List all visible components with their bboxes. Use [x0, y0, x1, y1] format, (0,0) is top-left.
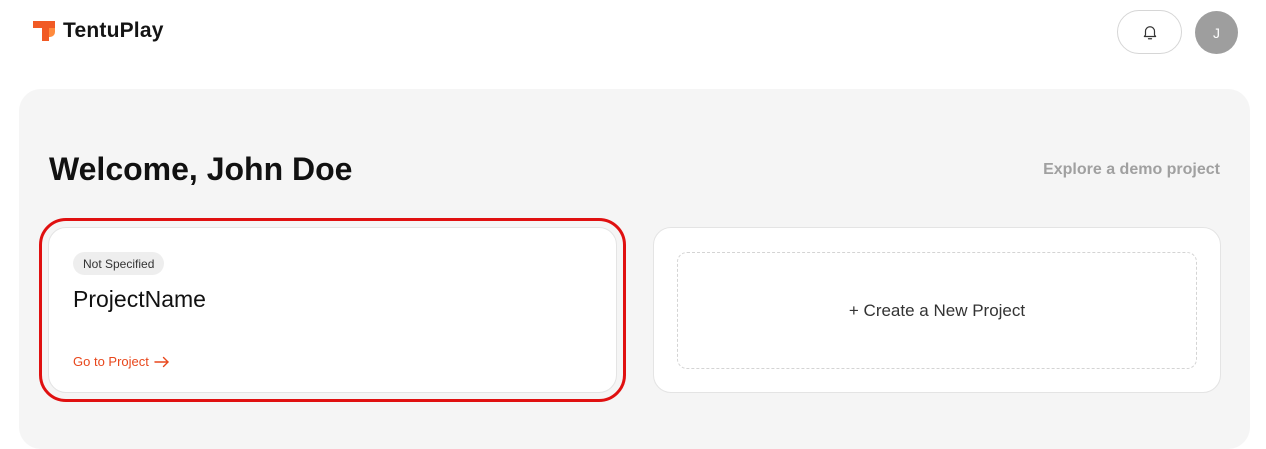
tentuplay-logo-icon: [33, 21, 55, 41]
dashboard-panel: Welcome, John Doe Explore a demo project…: [19, 89, 1250, 449]
explore-demo-link[interactable]: Explore a demo project: [1043, 161, 1220, 179]
user-avatar[interactable]: J: [1195, 11, 1238, 54]
create-new-project-label: + Create a New Project: [848, 300, 1026, 320]
go-to-project-link[interactable]: Go to Project: [73, 354, 170, 369]
brand-name: TentuPlay: [63, 19, 164, 42]
top-bar: TentuPlay J: [0, 0, 1266, 64]
project-status-badge: Not Specified: [73, 252, 165, 275]
go-to-project-label: Go to Project: [73, 354, 149, 369]
new-project-card: + Create a New Project: [653, 227, 1221, 393]
project-card[interactable]: Not Specified ProjectName Go to Project: [39, 218, 626, 402]
project-name: ProjectName: [73, 286, 206, 312]
bell-icon: [1143, 26, 1156, 40]
arrow-right-icon: [154, 356, 169, 367]
brand-logo[interactable]: TentuPlay: [32, 18, 164, 44]
notifications-button[interactable]: [1117, 10, 1182, 54]
create-new-project-button[interactable]: + Create a New Project: [677, 252, 1197, 369]
welcome-heading: Welcome, John Doe: [49, 151, 353, 187]
